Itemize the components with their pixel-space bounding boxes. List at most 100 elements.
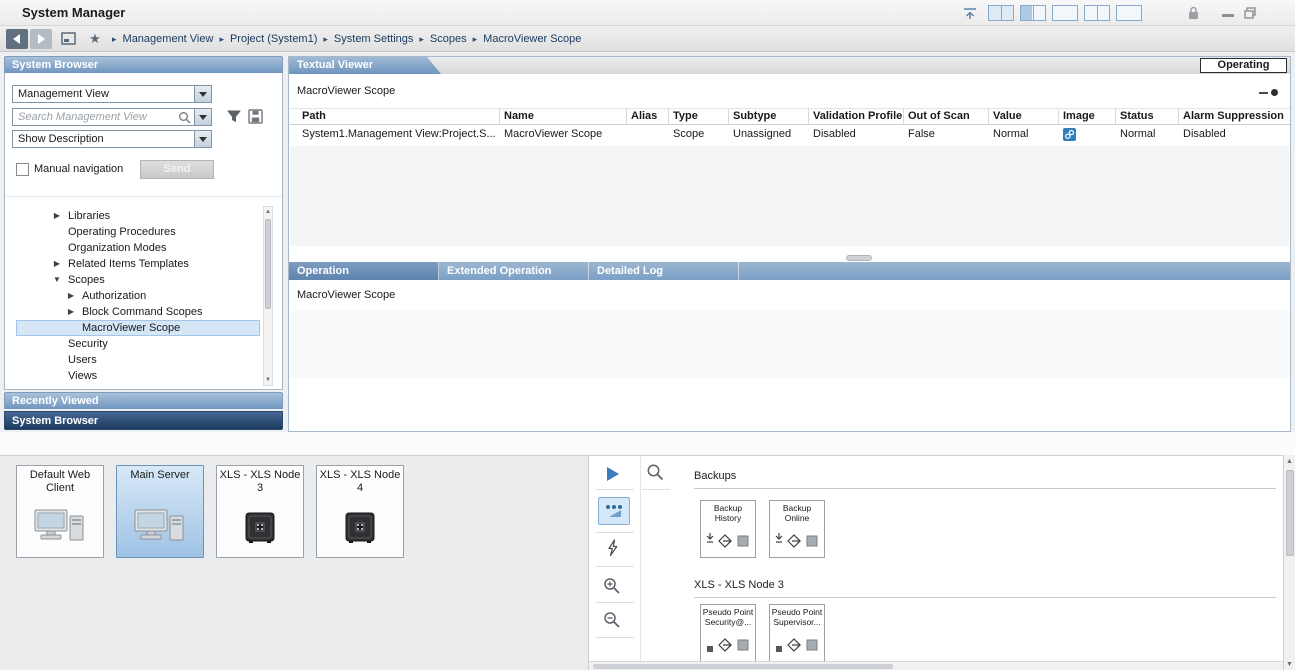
search-related-icon[interactable] <box>646 463 664 484</box>
machine-card-default-web-client[interactable]: Default Web Client <box>16 465 104 558</box>
restore-icon[interactable] <box>1244 7 1257 22</box>
filter-icon[interactable] <box>227 110 241 127</box>
scroll-up-icon[interactable]: ▲ <box>264 209 272 215</box>
expander-collapsed-icon[interactable] <box>66 304 76 320</box>
machine-card-xls-node-4[interactable]: XLS - XLS Node 4 <box>316 465 404 558</box>
layout-left-pane-icon[interactable] <box>1020 5 1046 21</box>
layout-single-pane-icon[interactable] <box>1052 5 1078 21</box>
related-card-pseudo-point-security[interactable]: Pseudo Point Security@... <box>700 604 756 662</box>
column-header-status[interactable]: Status <box>1116 109 1179 124</box>
expander-collapsed-icon[interactable] <box>52 208 62 224</box>
chevron-right-icon <box>323 33 328 45</box>
description-mode-select[interactable]: Show Description <box>12 130 212 148</box>
chevron-down-icon[interactable] <box>194 131 211 147</box>
send-button[interactable]: Send <box>140 160 214 179</box>
splitter-dot-icon[interactable] <box>1271 89 1278 96</box>
breadcrumb-item-macroviewer-scope[interactable]: MacroViewer Scope <box>483 33 581 45</box>
tab-operation[interactable]: Operation <box>289 262 439 280</box>
tab-detailed-log[interactable]: Detailed Log <box>589 262 739 280</box>
layout-full-pane-icon[interactable] <box>1116 5 1142 21</box>
column-header-path[interactable]: Path <box>290 109 500 124</box>
save-icon[interactable] <box>248 109 263 127</box>
chevron-down-icon[interactable] <box>194 86 211 102</box>
group-rule <box>694 597 1276 598</box>
expander-collapsed-icon[interactable] <box>66 288 76 304</box>
search-input[interactable] <box>13 109 178 125</box>
tree-item-scopes[interactable]: Scopes <box>16 272 260 288</box>
tree-item-views[interactable]: Views <box>16 368 260 384</box>
search-icon[interactable] <box>178 109 194 125</box>
column-header-validation-profile[interactable]: Validation Profile <box>809 109 904 124</box>
expander-expanded-icon[interactable] <box>52 272 62 288</box>
tab-textual-viewer[interactable]: Textual Viewer <box>289 57 441 74</box>
scroll-up-icon[interactable]: ▲ <box>1284 458 1295 465</box>
zoom-in-icon[interactable] <box>603 577 621 598</box>
scrollbar-thumb[interactable] <box>1286 470 1294 556</box>
scrollbar-thumb[interactable] <box>265 219 271 309</box>
recently-viewed-header[interactable]: Recently Viewed <box>4 392 283 409</box>
system-browser-header[interactable]: System Browser <box>4 56 283 73</box>
splitter-handle[interactable] <box>1259 92 1268 94</box>
tree-item-related-items-templates[interactable]: Related Items Templates <box>16 256 260 272</box>
view-mode-select[interactable]: Management View <box>12 85 212 103</box>
tree-scrollbar[interactable]: ▲ ▼ <box>263 206 273 386</box>
chevron-right-icon <box>219 33 224 45</box>
scrollbar-thumb[interactable] <box>593 664 893 669</box>
divider <box>596 489 634 490</box>
system-browser-footer-tab[interactable]: System Browser <box>4 411 283 430</box>
tree-item-macroviewer-scope-selected[interactable]: MacroViewer Scope <box>16 320 260 336</box>
search-box <box>12 108 212 126</box>
back-button[interactable] <box>6 29 28 49</box>
tree-item-security[interactable]: Security <box>16 336 260 352</box>
pane-grip-handle[interactable] <box>846 255 872 261</box>
expander-collapsed-icon[interactable] <box>52 256 62 272</box>
zoom-out-icon[interactable] <box>603 611 621 632</box>
history-window-icon[interactable] <box>58 29 80 49</box>
related-card-pseudo-point-supervisor[interactable]: Pseudo Point Supervisor... <box>769 604 825 662</box>
breadcrumb-item-management-view[interactable]: Management View <box>123 33 214 45</box>
machine-card-xls-node-3[interactable]: XLS - XLS Node 3 <box>216 465 304 558</box>
tab-extended-operation[interactable]: Extended Operation <box>439 262 589 280</box>
column-header-alarm-suppression[interactable]: Alarm Suppression <box>1179 109 1289 124</box>
tree-item-users[interactable]: Users <box>16 352 260 368</box>
column-header-type[interactable]: Type <box>669 109 729 124</box>
tree-item-libraries[interactable]: Libraries <box>16 208 260 224</box>
manual-navigation-checkbox[interactable] <box>16 163 29 176</box>
scroll-down-icon[interactable]: ▼ <box>264 377 272 383</box>
minimize-icon[interactable] <box>1222 14 1234 17</box>
column-header-out-of-scan[interactable]: Out of Scan <box>904 109 989 124</box>
related-panel-scrollbar[interactable]: ▲ ▼ <box>1283 456 1295 670</box>
breadcrumb-item-system-settings[interactable]: System Settings <box>334 33 413 45</box>
related-card-backup-history[interactable]: Backup History <box>700 500 756 558</box>
machine-card-main-server[interactable]: Main Server <box>116 465 204 558</box>
column-header-value[interactable]: Value <box>989 109 1059 124</box>
column-header-alias[interactable]: Alias <box>627 109 669 124</box>
breadcrumb-item-project[interactable]: Project (System1) <box>230 33 317 45</box>
tree-item-authorization[interactable]: Authorization <box>16 288 260 304</box>
dock-top-icon[interactable] <box>962 7 978 23</box>
tree-item-block-command-scopes[interactable]: Block Command Scopes <box>16 304 260 320</box>
column-header-name[interactable]: Name <box>500 109 627 124</box>
favorite-star-icon[interactable] <box>84 29 106 49</box>
lightning-icon[interactable] <box>606 539 619 560</box>
lock-icon[interactable] <box>1188 6 1199 23</box>
link-icon[interactable] <box>1063 128 1076 141</box>
forward-button[interactable] <box>30 29 52 49</box>
column-header-subtype[interactable]: Subtype <box>729 109 809 124</box>
related-panel-hscrollbar[interactable] <box>589 661 1283 670</box>
breadcrumb-item-scopes[interactable]: Scopes <box>430 33 467 45</box>
table-row[interactable]: System1.Management View:Project.S... Mac… <box>290 126 1290 143</box>
operating-mode-button[interactable]: Operating <box>1200 58 1287 73</box>
machine-label: XLS - XLS Node 3 <box>217 466 303 495</box>
chevron-down-icon[interactable] <box>194 109 211 125</box>
related-card-backup-online[interactable]: Backup Online <box>769 500 825 558</box>
related-card-label: Pseudo Point Security@... <box>701 605 755 627</box>
tree-item-operating-procedures[interactable]: Operating Procedures <box>16 224 260 240</box>
tree-item-organization-modes[interactable]: Organization Modes <box>16 240 260 256</box>
layout-two-pane-icon[interactable] <box>988 5 1014 21</box>
layout-split-pane-icon[interactable] <box>1084 5 1110 21</box>
play-icon[interactable] <box>607 467 619 481</box>
column-header-image[interactable]: Image <box>1059 109 1116 124</box>
scroll-down-icon[interactable]: ▼ <box>1284 661 1295 668</box>
related-items-mode-button[interactable] <box>598 497 630 525</box>
